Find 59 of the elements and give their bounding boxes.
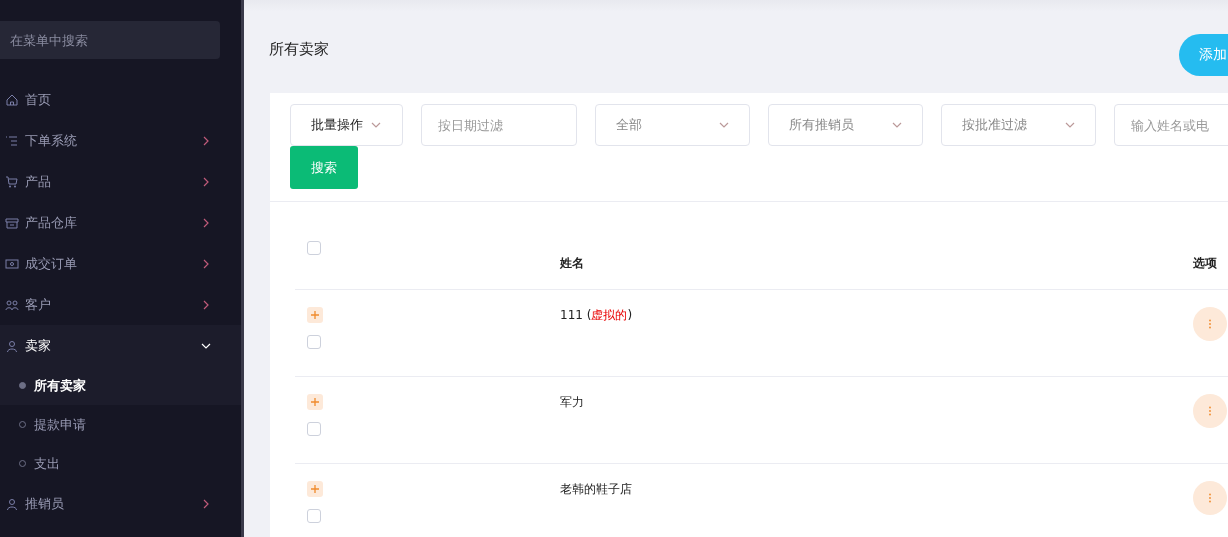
sidebar-item[interactable]: 产品仓库 [0,202,241,243]
sidebar-subitem[interactable]: 提款申请 [0,405,241,444]
users-icon [5,297,19,312]
bulk-action-button[interactable]: 批量操作 [290,104,403,146]
chevron-icon [201,498,211,509]
sidebar-item[interactable]: 首页 [0,79,241,120]
checkbox[interactable] [307,421,321,436]
sidebar-subitem[interactable]: 所有卖家 [0,366,241,405]
chevron-icon [201,299,211,310]
plus-icon [310,396,320,407]
chevron-icon [719,120,729,130]
plus-icon [310,309,320,320]
seller-name: 军力 [560,394,584,409]
chevron-icon [1065,120,1075,130]
user-icon [5,496,19,511]
filter-dropdown[interactable]: 按批准过滤 [941,104,1096,146]
sidebar-subitem[interactable]: 支出 [0,444,241,483]
options-button[interactable] [1193,480,1227,515]
sidebar-item[interactable]: 客户 [0,284,241,325]
user-icon [5,338,19,353]
chevron-icon [201,135,211,146]
plus-icon [310,483,320,494]
banknote-icon [5,256,19,271]
more-icon [1208,405,1212,416]
checkbox[interactable] [307,241,321,256]
bullet-icon [19,382,26,389]
chevron-icon [892,120,902,130]
chevron-icon [201,258,211,269]
chevron-icon [201,176,211,187]
checkbox[interactable] [307,334,321,349]
filter-field[interactable]: 按日期过滤 [421,104,577,146]
options-button[interactable] [1193,306,1227,341]
expand-button[interactable] [307,480,323,497]
sidebar-item[interactable]: 产品 [0,161,241,202]
menu-search-field[interactable]: 在菜单中搜索 [0,21,220,59]
column-header: 姓名 [559,229,1192,289]
seller-name: 111 (虚拟的) [560,307,633,322]
sidebar-item[interactable]: 成交订单 [0,243,241,284]
cart-icon [5,174,19,189]
seller-name: 老韩的鞋子店 [560,481,632,496]
home-icon [5,92,19,107]
checkbox[interactable] [307,508,321,523]
more-icon [1208,492,1212,503]
chevron-icon [201,217,211,228]
options-button[interactable] [1193,393,1227,428]
more-icon [1208,318,1212,329]
expand-button[interactable] [307,306,323,323]
sidebar-item[interactable]: 卖家 [0,325,241,366]
list-icon [5,133,19,148]
column-header: 选项 [1192,229,1228,289]
expand-button[interactable] [307,393,323,410]
filter-dropdown[interactable]: 所有推销员 [768,104,923,146]
sidebar-item[interactable]: 推销员 [0,483,241,524]
filter-field[interactable]: 输入姓名或电 [1114,104,1228,146]
box-icon [5,215,19,230]
chevron-icon [371,120,381,130]
sidebar-item[interactable]: 下单系统 [0,120,241,161]
page-title: 所有卖家 [269,40,329,59]
filter-dropdown[interactable]: 全部 [595,104,750,146]
